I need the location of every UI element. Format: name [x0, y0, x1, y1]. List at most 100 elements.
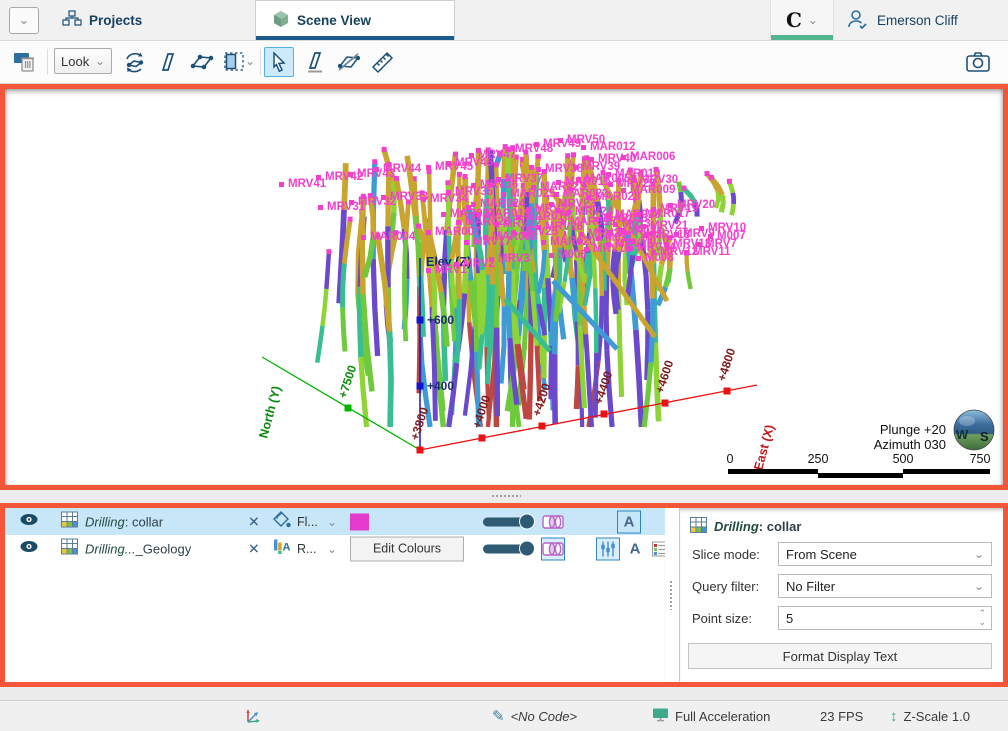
drillhole-label: MRV39	[582, 161, 620, 173]
opacity-slider[interactable]	[483, 517, 531, 526]
tab-projects[interactable]: Projects	[62, 0, 142, 40]
scale-bar-label: 250	[808, 452, 829, 466]
remove-layer-icon[interactable]: ✕	[248, 540, 260, 557]
point-size-input[interactable]: 5 ⌃⌄	[778, 606, 992, 630]
horizontal-splitter[interactable]	[0, 490, 1008, 503]
chevron-down-icon: ⌄	[974, 547, 984, 561]
colour-option-label[interactable]: Fl...	[297, 515, 318, 529]
acceleration-label: Full Acceleration	[675, 709, 770, 724]
chevron-down-icon[interactable]: ⌄	[327, 542, 337, 556]
drillhole-label: MAR004	[370, 231, 416, 243]
vertical-splitter[interactable]	[665, 508, 680, 682]
scene-axes-indicator[interactable]	[244, 701, 262, 731]
toolbar-separator	[260, 49, 261, 75]
point-size-value: 5	[786, 611, 793, 626]
moving-plane-tool[interactable]	[187, 47, 217, 77]
drillhole-labels: MRV41MRV42MRV43MRV44MRV45MRV46MRV47MRV48…	[279, 134, 746, 276]
slice-filter-icon[interactable]	[541, 537, 565, 560]
drillhole-label: MRV16	[593, 243, 631, 255]
north-tick-label: +7500	[336, 363, 360, 400]
fps-label: 23 FPS	[820, 709, 863, 724]
select-tool[interactable]	[264, 47, 294, 77]
drillhole-label: MRV17	[473, 236, 511, 248]
spinner-arrows[interactable]: ⌃⌄	[978, 609, 986, 627]
elev-tick-label: +400	[427, 379, 454, 393]
drillhole-label: MAR006	[630, 151, 675, 163]
rotate-slicer-tool[interactable]	[119, 47, 149, 77]
show-text-icon[interactable]: A	[617, 510, 641, 533]
projects-icon	[62, 10, 82, 31]
central-logo-icon: C	[786, 8, 802, 32]
east-axis-label: East (X)	[751, 423, 777, 472]
toolbar-separator	[47, 49, 48, 75]
format-display-text-button[interactable]: Format Display Text	[688, 643, 992, 669]
table-icon	[690, 517, 707, 536]
slice-filter-icon[interactable]	[541, 510, 565, 533]
filter-values-icon[interactable]	[596, 537, 620, 560]
central-logo-button[interactable]: C ⌄	[770, 0, 834, 40]
drillhole-label: MRV7	[705, 238, 737, 250]
visibility-eye-icon[interactable]	[19, 539, 39, 558]
opacity-slider[interactable]	[483, 544, 531, 553]
chevron-down-icon: ⌄	[808, 13, 818, 27]
top-tab-bar: ⌄ Projects Scene View C ⌄	[0, 0, 1008, 41]
drillhole-label: MAR012	[590, 141, 635, 153]
scene-toolbar: Look ⌄ ⌄	[0, 41, 1008, 84]
scene-viewport[interactable]: +3800+4000+4200+4400+4600+4800+7500+600+…	[5, 89, 1003, 485]
query-filter-row: Query filter: No Filter ⌄	[692, 574, 992, 598]
drillhole-label: MAR020	[550, 236, 595, 248]
drillhole-label: MRV2	[463, 258, 495, 270]
edit-colours-button[interactable]: Edit Colours	[350, 536, 464, 561]
flat-colour-icon	[272, 510, 292, 534]
remove-layer-icon[interactable]: ✕	[248, 513, 260, 530]
properties-header: Drilling: collar	[690, 517, 801, 536]
slider-knob[interactable]	[519, 513, 535, 529]
properties-title: Drilling: collar	[714, 519, 801, 534]
clear-scene-button[interactable]	[10, 47, 40, 77]
ruler-tool[interactable]	[368, 47, 398, 77]
show-text-icon[interactable]: A	[623, 537, 647, 560]
elev-tick-label: +600	[427, 313, 454, 327]
draw-polyline-tool[interactable]	[334, 47, 364, 77]
scale-bar-label: 500	[893, 452, 914, 466]
drillhole-label: MRV1	[435, 264, 467, 276]
slider-knob[interactable]	[519, 540, 535, 556]
point-size-row: Point size: 5 ⌃⌄	[692, 606, 992, 630]
compass-ball[interactable]: WS	[954, 410, 994, 450]
slice-mode-select[interactable]: From Scene ⌄	[778, 542, 992, 566]
layer-row-geology[interactable]: Drilling..._Geology ✕ A R... ⌄ Edit Colo…	[5, 535, 665, 562]
fps-indicator: 23 FPS	[820, 701, 863, 731]
tab-label: Projects	[89, 13, 142, 28]
layer-name: Drilling..._Geology	[85, 541, 191, 556]
tab-scene-view[interactable]: Scene View	[255, 0, 455, 40]
colour-option-label[interactable]: R...	[297, 542, 316, 556]
screenshot-camera-button[interactable]	[963, 47, 993, 77]
slice-box-chevron[interactable]: ⌄	[245, 54, 255, 68]
chevron-down-icon[interactable]: ⌄	[327, 515, 337, 529]
table-icon	[61, 538, 78, 559]
category-column-icon: A	[272, 537, 292, 560]
no-code-label: <No Code>	[511, 709, 578, 724]
east-tick-label: +4200	[530, 381, 554, 418]
slice-mode-label: Slice mode:	[692, 547, 778, 562]
visibility-eye-icon[interactable]	[19, 512, 39, 531]
pencil-icon: ✎	[492, 707, 505, 725]
table-icon	[61, 511, 78, 532]
layer-row-collar[interactable]: Drilling: collar ✕ Fl... ⌄ A	[5, 508, 665, 535]
slicer-tool[interactable]	[153, 47, 183, 77]
active-code-indicator[interactable]: ✎ <No Code>	[492, 701, 577, 731]
z-scale-indicator[interactable]: ↕ Z-Scale 1.0	[890, 701, 970, 731]
query-filter-select[interactable]: No Filter ⌄	[778, 574, 992, 598]
look-dropdown[interactable]: Look ⌄	[54, 48, 112, 74]
slice-mode-row: Slice mode: From Scene ⌄	[692, 542, 992, 566]
colour-swatch[interactable]	[350, 513, 369, 530]
window-menu-button[interactable]: ⌄	[9, 7, 39, 34]
draw-slicer-tool[interactable]	[300, 47, 330, 77]
acceleration-indicator[interactable]: Full Acceleration	[652, 701, 770, 731]
active-tab-underline	[256, 36, 454, 40]
user-account[interactable]: Emerson Cliff	[845, 0, 958, 40]
compass-west-letter: W	[956, 427, 969, 442]
drillhole-label: MRV31	[327, 201, 366, 213]
monitor-icon	[652, 707, 669, 725]
drillhole-label: MRV34	[430, 193, 469, 205]
